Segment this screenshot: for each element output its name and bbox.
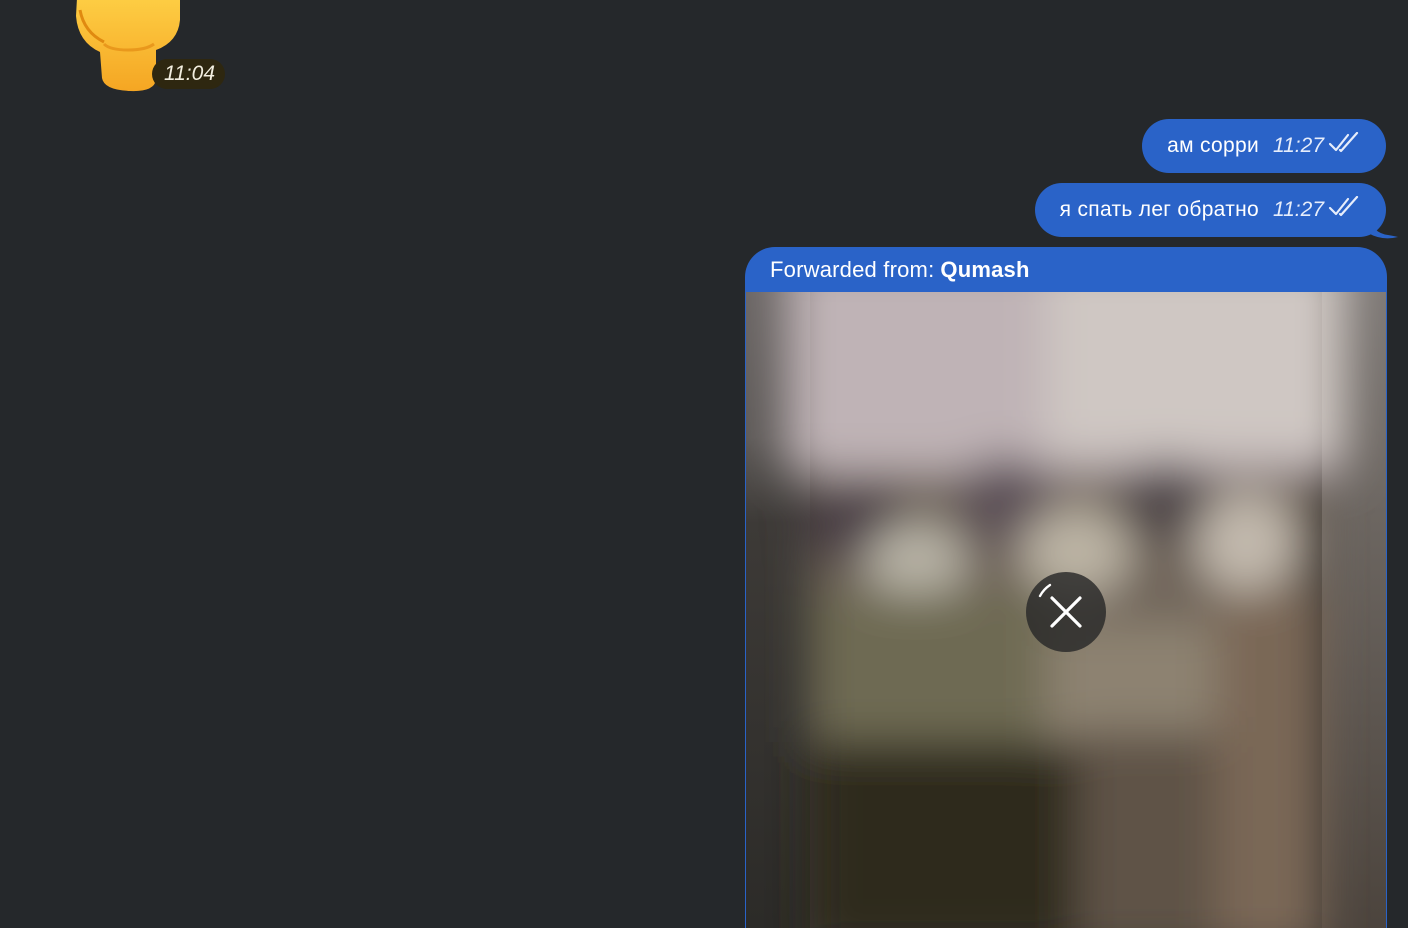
chat-history[interactable]: 11:04 ам сорри 11:27 я спать лег обратно… xyxy=(0,0,1408,928)
message-text: ам сорри xyxy=(1167,134,1259,157)
double-check-icon xyxy=(1328,131,1360,160)
message-time: 11:27 xyxy=(1273,134,1324,157)
forwarded-header[interactable]: Forwarded from: Qumash xyxy=(745,247,1387,292)
cancel-download-icon xyxy=(1038,583,1082,628)
forwarded-from-name[interactable]: Qumash xyxy=(940,257,1029,283)
video-preview[interactable] xyxy=(746,292,1386,928)
message-text: я спать лег обратно xyxy=(1059,198,1259,221)
outgoing-message[interactable]: я спать лег обратно 11:27 xyxy=(1034,183,1386,237)
double-check-icon xyxy=(1328,195,1360,224)
message-meta: 11:27 xyxy=(1273,195,1360,224)
forwarded-label: Forwarded from: xyxy=(770,256,935,282)
cancel-download-button[interactable] xyxy=(1026,572,1106,652)
message-time: 11:27 xyxy=(1273,198,1324,221)
message-meta: 11:27 xyxy=(1273,131,1360,160)
bubble-tail xyxy=(1368,215,1398,239)
outgoing-message[interactable]: ам сорри 11:27 xyxy=(1142,119,1386,173)
sticker-timestamp: 11:04 xyxy=(152,59,225,89)
forwarded-message[interactable]: Forwarded from: Qumash xyxy=(745,247,1387,928)
